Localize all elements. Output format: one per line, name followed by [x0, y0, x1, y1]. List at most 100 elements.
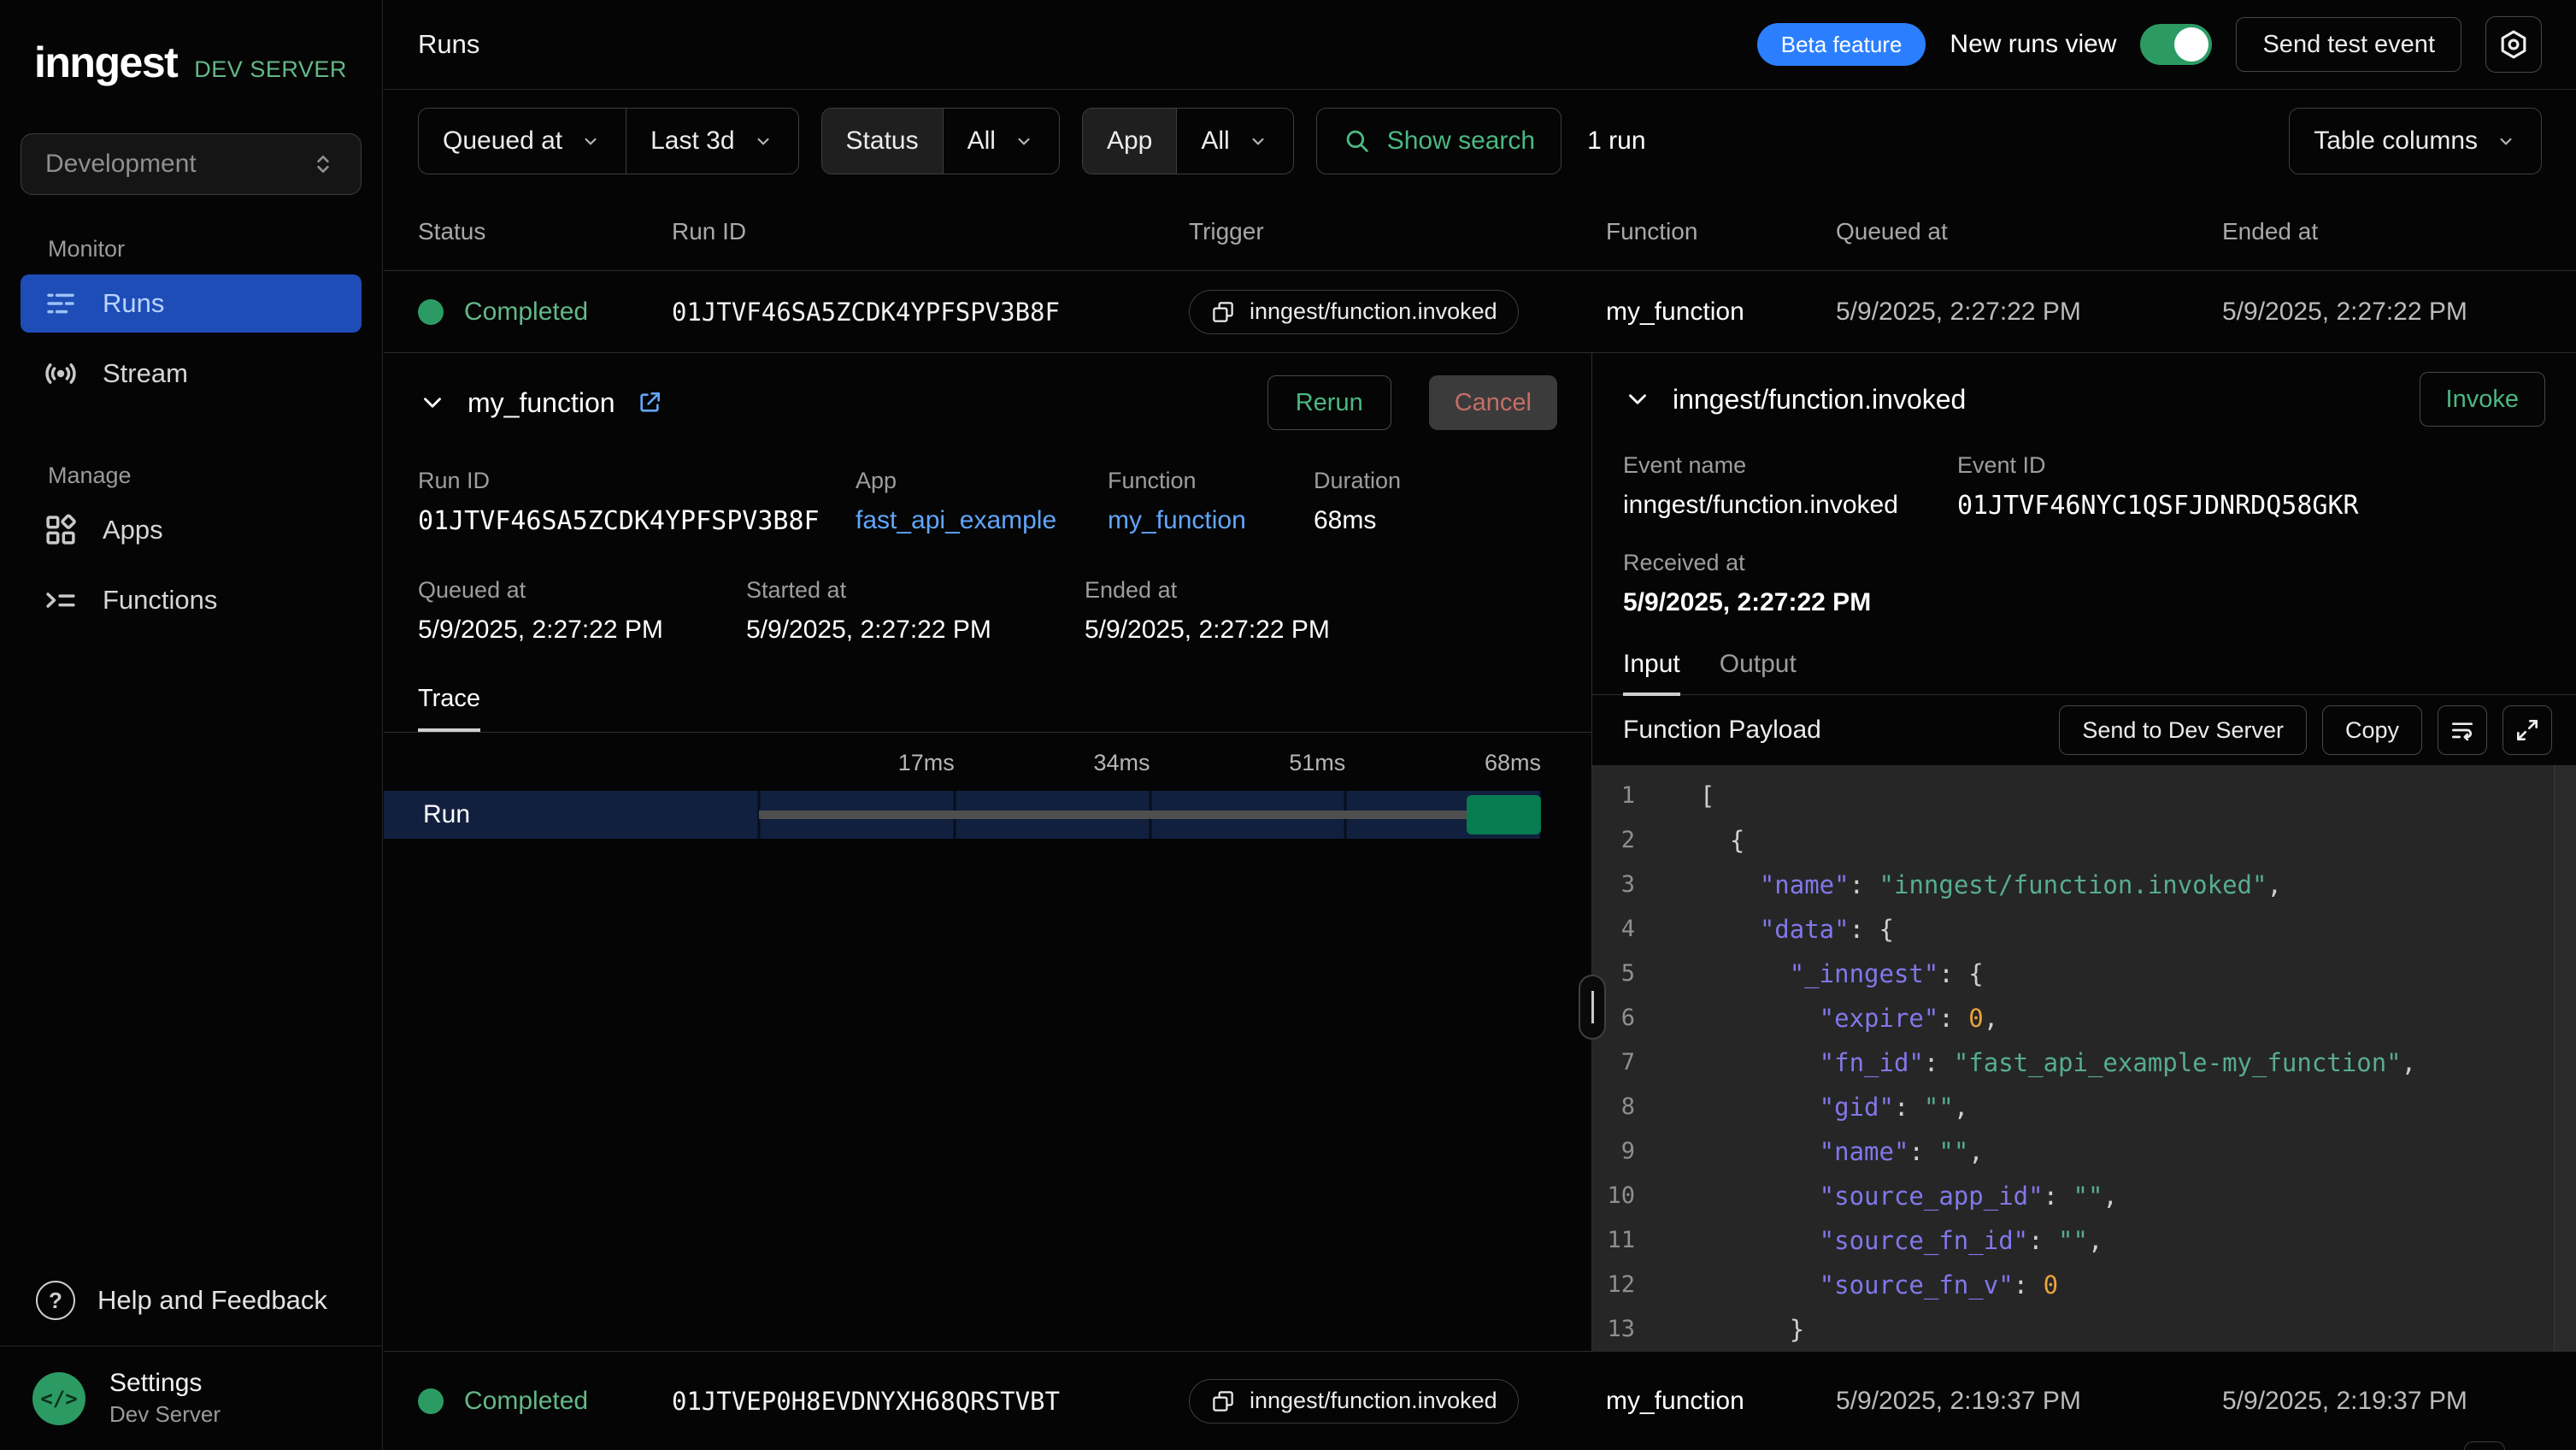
expand-button[interactable]: [2502, 705, 2552, 755]
sidebar-item-functions[interactable]: Functions: [21, 571, 362, 629]
sidebar: inngest DEV SERVER Development Monitor R…: [0, 0, 383, 1450]
new-runs-view-label: New runs view: [1950, 30, 2116, 59]
queued-at-value: 5/9/2025, 2:27:22 PM: [418, 616, 746, 645]
run-id-label: Run ID: [418, 468, 856, 494]
sidebar-item-label: Runs: [103, 288, 164, 319]
send-test-event-button[interactable]: Send test event: [2236, 17, 2461, 72]
payload-code[interactable]: 1[2 {3 "name": "inngest/function.invoked…: [1592, 765, 2576, 1351]
event-detail-title: inngest/function.invoked: [1673, 384, 1966, 416]
code-line: 4 "data": {: [1592, 907, 2576, 952]
show-search-button[interactable]: Show search: [1316, 108, 1561, 174]
expand-icon: [2514, 716, 2541, 744]
chevron-down-icon: [579, 130, 602, 152]
tab-input[interactable]: Input: [1623, 650, 1680, 696]
runs-icon: [43, 286, 79, 321]
app-filter-value: All: [1201, 127, 1229, 156]
table-row[interactable]: Completed 01JTVF46SA5ZCDK4YPFSPV3B8F inn…: [384, 271, 2576, 353]
trace-run-row[interactable]: Run: [384, 791, 1541, 839]
code-line: 12 "source_fn_v": 0: [1592, 1263, 2576, 1307]
workspace-select[interactable]: Development: [21, 133, 362, 195]
gear-hexagon-icon: [2497, 28, 2530, 61]
collapse-chevron-icon[interactable]: [418, 388, 447, 417]
result-count: 1 run: [1587, 127, 1645, 156]
ended-at-cell: 5/9/2025, 2:19:37 PM: [2222, 1387, 2576, 1416]
trigger-pill[interactable]: inngest/function.invoked: [1189, 290, 1519, 334]
beta-feature-badge: Beta feature: [1757, 23, 1926, 66]
status-filter-dropdown[interactable]: All: [943, 109, 1059, 174]
column-header-trigger: Trigger: [1189, 218, 1606, 245]
workspace-select-value: Development: [45, 150, 197, 179]
main-header: Runs Beta feature New runs view Send tes…: [384, 0, 2576, 90]
sidebar-item-label: Stream: [103, 358, 188, 389]
trace-tick-label: 68ms: [1485, 750, 1541, 776]
inngest-logo: inngest: [34, 38, 177, 87]
duration-label: Duration: [1314, 468, 1557, 494]
time-range-dropdown[interactable]: Last 3d: [626, 109, 797, 174]
run-id-value: 01JTVF46SA5ZCDK4YPFSPV3B8F: [418, 506, 856, 536]
dev-server-settings-button[interactable]: [2485, 16, 2542, 73]
settings-row[interactable]: </> Settings Dev Server: [0, 1346, 382, 1450]
trace-tick-label: 51ms: [1289, 750, 1345, 776]
tab-output[interactable]: Output: [1720, 650, 1797, 694]
code-line: 9 "name": "",: [1592, 1129, 2576, 1174]
io-tabs: Input Output: [1592, 650, 2576, 695]
payload-header: Function Payload Send to Dev Server Copy: [1592, 695, 2576, 765]
rerun-button[interactable]: Rerun: [1267, 375, 1391, 430]
filter-bar: Queued at Last 3d Status All App All: [384, 90, 2576, 192]
run-id-value: 01JTVF46SA5ZCDK4YPFSPV3B8F: [672, 298, 1189, 327]
code-line: 5 "_inngest": {: [1592, 952, 2576, 996]
sidebar-item-apps[interactable]: Apps: [21, 501, 362, 559]
main-content: Runs Beta feature New runs view Send tes…: [384, 0, 2576, 1450]
function-link[interactable]: my_function: [1108, 506, 1314, 535]
panel-resize-handle[interactable]: [1579, 975, 1606, 1040]
stream-icon: [43, 356, 79, 392]
time-field-dropdown[interactable]: Queued at: [419, 109, 626, 174]
run-detail-title: my_function: [468, 387, 615, 419]
table-columns-dropdown[interactable]: Table columns: [2290, 109, 2541, 174]
partial-button[interactable]: [2464, 1441, 2505, 1450]
send-to-dev-server-button[interactable]: Send to Dev Server: [2059, 705, 2307, 755]
code-avatar-icon: </>: [32, 1372, 85, 1425]
code-line: 8 "gid": "",: [1592, 1085, 2576, 1129]
received-at-label: Received at: [1623, 550, 2545, 576]
app-link[interactable]: fast_api_example: [856, 506, 1108, 535]
tab-trace[interactable]: Trace: [418, 685, 480, 732]
trace-timeline: 17ms34ms51ms68ms Run: [384, 738, 1591, 875]
copy-button[interactable]: Copy: [2322, 705, 2422, 755]
search-icon: [1343, 127, 1372, 156]
code-line: 7 "fn_id": "fast_api_example-my_function…: [1592, 1040, 2576, 1085]
app-filter-dropdown[interactable]: All: [1176, 109, 1292, 174]
run-detail-split: my_function Rerun Cancel Run ID 01JTVF46…: [384, 353, 2576, 1351]
duration-value: 68ms: [1314, 506, 1557, 535]
sidebar-item-label: Apps: [103, 515, 163, 545]
trigger-pill[interactable]: inngest/function.invoked: [1189, 1379, 1519, 1423]
trigger-name: inngest/function.invoked: [1250, 1388, 1497, 1414]
event-id-value: 01JTVF46NYC1QSFJDNRDQ58GKR: [1957, 491, 2545, 521]
external-link-icon[interactable]: [636, 389, 663, 416]
trace-tick-label: 17ms: [898, 750, 955, 776]
cancel-button[interactable]: Cancel: [1429, 375, 1557, 430]
help-and-feedback[interactable]: ? Help and Feedback: [0, 1262, 382, 1339]
code-scrollbar-track[interactable]: [2554, 765, 2576, 1351]
new-runs-view-toggle[interactable]: [2140, 24, 2212, 65]
sidebar-item-stream[interactable]: Stream: [21, 345, 362, 403]
sidebar-section-monitor: Monitor: [0, 236, 382, 262]
table-columns-label: Table columns: [2314, 127, 2478, 156]
collapse-chevron-icon[interactable]: [1623, 385, 1652, 414]
code-line: 11 "source_fn_id": "",: [1592, 1218, 2576, 1263]
started-at-label: Started at: [746, 577, 1085, 604]
chevron-down-icon: [1013, 130, 1035, 152]
table-row[interactable]: Completed 01JTVEP0H8EVDNYXH68QRSTVBT inn…: [384, 1351, 2576, 1450]
apps-icon: [43, 512, 79, 548]
chevron-up-down-icon: [309, 150, 337, 178]
status-dot: [418, 299, 444, 325]
run-id-value: 01JTVEP0H8EVDNYXH68QRSTVBT: [672, 1387, 1189, 1416]
time-range-label: Last 3d: [650, 127, 734, 156]
received-at-value: 5/9/2025, 2:27:22 PM: [1623, 588, 2545, 617]
column-header-ended-at: Ended at: [2222, 218, 2576, 245]
sidebar-item-runs[interactable]: Runs: [21, 274, 362, 333]
invoke-button[interactable]: Invoke: [2420, 372, 2545, 427]
word-wrap-button[interactable]: [2438, 705, 2487, 755]
time-filter: Queued at Last 3d: [418, 108, 799, 174]
trace-ticks: 17ms34ms51ms68ms: [759, 750, 1541, 781]
